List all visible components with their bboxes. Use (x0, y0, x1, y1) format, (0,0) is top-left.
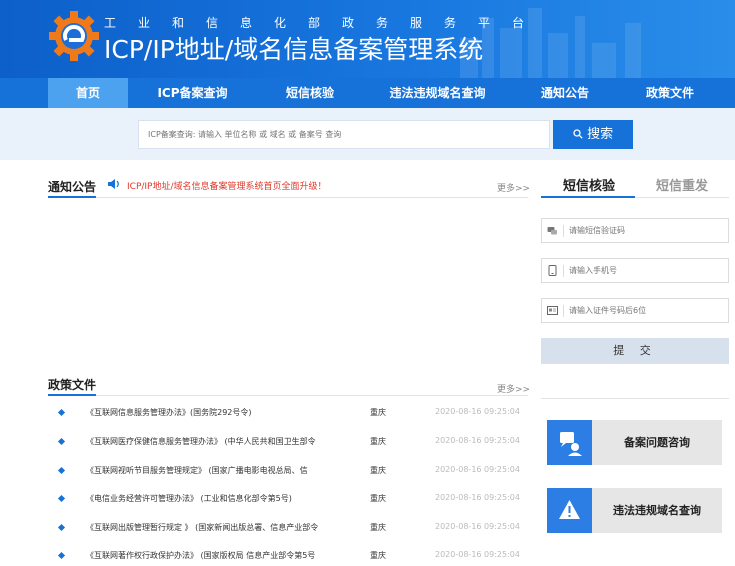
tab-sms-resend[interactable]: 短信重发 (656, 175, 708, 194)
tab-sms-verify[interactable]: 短信核验 (563, 175, 615, 194)
sms-tab-divider (635, 197, 729, 198)
warning-icon-box (547, 488, 592, 533)
policy-divider (96, 395, 528, 396)
consult-button[interactable]: 备案问题咨询 (547, 420, 722, 465)
policy-section-title: 政策文件 (48, 378, 97, 392)
search-button[interactable]: 搜索 (553, 120, 633, 149)
policy-title[interactable]: 《电信业务经营许可管理办法》 (工业和信息化部令第5号) (86, 493, 292, 504)
bullet-icon (57, 466, 66, 475)
policy-date: 2020-08-16 09:25:04 (435, 436, 520, 445)
bullet-icon (57, 494, 66, 503)
policy-region: 重庆 (370, 437, 386, 446)
nav-item-illegal-domain[interactable]: 违法违规域名查询 (375, 78, 500, 108)
id-number-field (541, 298, 729, 323)
policy-region: 重庆 (370, 523, 386, 532)
notice-headline-link[interactable]: ICP/IP地址/域名信息备案管理系统首页全面升级！ (127, 179, 327, 192)
search-button-label: 搜索 (587, 127, 614, 142)
consult-icon (560, 432, 582, 456)
policy-title[interactable]: 《互联网信息服务管理办法》(国务院292号令) (86, 407, 252, 418)
policy-date: 2020-08-16 09:25:04 (435, 493, 520, 502)
submit-button[interactable]: 提 交 (541, 338, 729, 364)
bullet-icon (57, 408, 66, 417)
policy-title-underline (48, 394, 96, 396)
search-input[interactable] (138, 120, 550, 149)
header-banner: 工业和信息化部政务服务平台 ICP/IP地址/域名信息备案管理系统 (0, 0, 735, 78)
side-divider (541, 398, 729, 399)
search-band: 搜索 (0, 108, 735, 160)
warning-icon (559, 500, 580, 519)
header-subtitle: 工业和信息化部政务服务平台 (104, 16, 547, 30)
notice-section-title: 通知公告 (48, 180, 97, 194)
policy-row[interactable]: 《互联网著作权行政保护办法》 (国家版权局 信息产业部令第5号 重庆 2020-… (48, 550, 528, 566)
policy-region: 重庆 (370, 551, 386, 560)
policy-region: 重庆 (370, 408, 386, 417)
policy-region: 重庆 (370, 494, 386, 503)
policy-row[interactable]: 《电信业务经营许可管理办法》 (工业和信息化部令第5号) 重庆 2020-08-… (48, 493, 528, 509)
policy-date: 2020-08-16 09:25:04 (435, 407, 520, 416)
id-number-input[interactable] (569, 299, 724, 322)
policy-row[interactable]: 《互联网医疗保健信息服务管理办法》 (中华人民共和国卫生部令 重庆 2020-0… (48, 436, 528, 452)
sms-code-field (541, 218, 729, 243)
policy-title[interactable]: 《互联网出版管理暂行规定 》 (国家新闻出版总署、信息产业部令 (86, 522, 318, 533)
bullet-icon (57, 523, 66, 532)
phone-icon (548, 265, 557, 276)
sms-code-input[interactable] (569, 219, 724, 242)
bullet-icon (57, 437, 66, 446)
gear-logo-icon (49, 11, 99, 61)
phone-input[interactable] (569, 259, 724, 282)
policy-title[interactable]: 《互联网著作权行政保护办法》 (国家版权局 信息产业部令第5号 (86, 550, 315, 561)
chat-icon (547, 227, 557, 235)
sms-tab-underline (541, 196, 635, 198)
policy-date: 2020-08-16 09:25:04 (435, 522, 520, 531)
policy-title[interactable]: 《互联网视听节目服务管理规定》 (国家广播电影电视总局、信 (86, 465, 308, 476)
notice-more-link[interactable]: 更多>> (497, 181, 530, 194)
search-icon (573, 129, 583, 139)
consult-icon-box (547, 420, 592, 465)
policy-row[interactable]: 《互联网出版管理暂行规定 》 (国家新闻出版总署、信息产业部令 重庆 2020-… (48, 522, 528, 538)
policy-row[interactable]: 《互联网信息服务管理办法》(国务院292号令) 重庆 2020-08-16 09… (48, 407, 528, 423)
consult-button-label: 备案问题咨询 (624, 436, 690, 449)
illegal-domain-query-button[interactable]: 违法违规域名查询 (547, 488, 722, 533)
speaker-icon (108, 179, 119, 189)
phone-field (541, 258, 729, 283)
notice-divider (96, 197, 528, 198)
page-title: ICP/IP地址/域名信息备案管理系统 (104, 35, 484, 64)
id-card-icon (547, 306, 558, 315)
policy-more-link[interactable]: 更多>> (497, 382, 530, 395)
policy-region: 重庆 (370, 466, 386, 475)
policy-row[interactable]: 《互联网视听节目服务管理规定》 (国家广播电影电视总局、信 重庆 2020-08… (48, 465, 528, 481)
main-nav: 首页 ICP备案查询 短信核验 违法违规域名查询 通知公告 政策文件 (0, 78, 735, 108)
policy-title[interactable]: 《互联网医疗保健信息服务管理办法》 (中华人民共和国卫生部令 (86, 436, 316, 447)
nav-item-sms-verify[interactable]: 短信核验 (265, 78, 355, 108)
notice-title-underline (48, 196, 96, 198)
nav-item-policy[interactable]: 政策文件 (625, 78, 715, 108)
illegal-domain-query-label: 违法违规域名查询 (613, 504, 701, 517)
nav-item-icp-query[interactable]: ICP备案查询 (140, 78, 245, 108)
nav-item-notice[interactable]: 通知公告 (520, 78, 610, 108)
policy-date: 2020-08-16 09:25:04 (435, 465, 520, 474)
nav-item-home[interactable]: 首页 (48, 78, 128, 108)
